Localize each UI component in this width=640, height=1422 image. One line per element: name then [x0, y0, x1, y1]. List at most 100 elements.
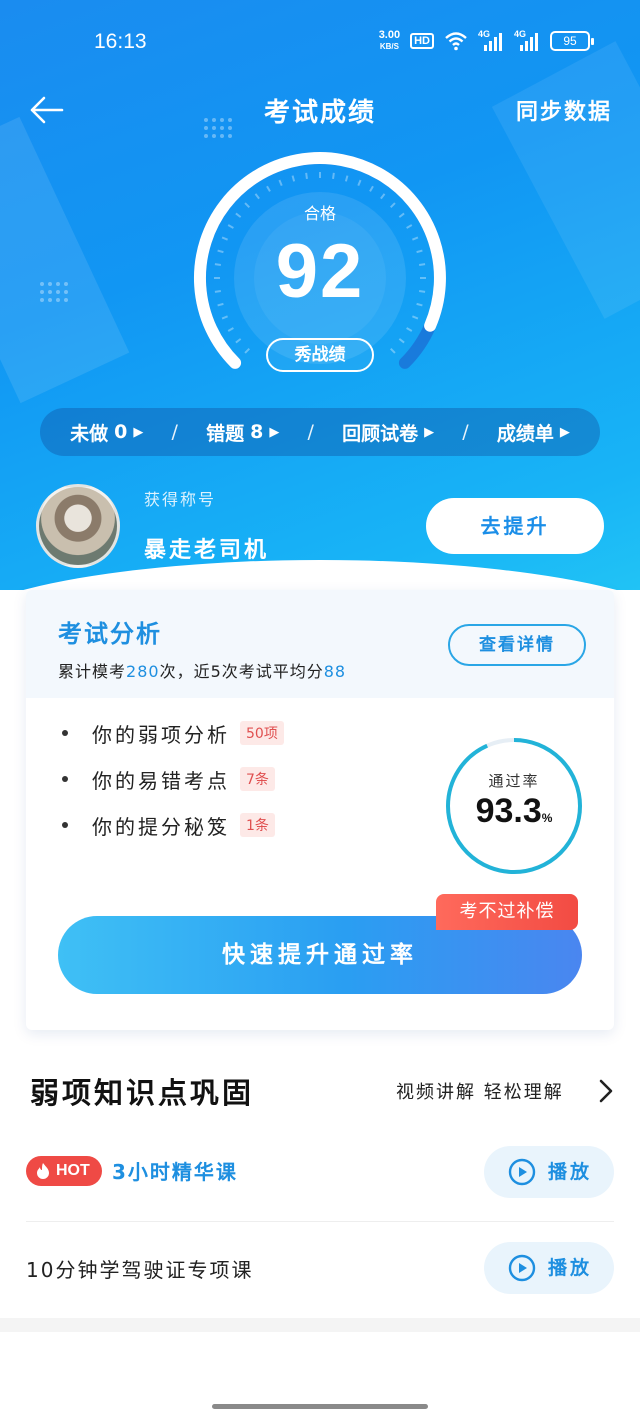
analysis-title: 考试分析: [58, 620, 162, 648]
quick-link-label: 回顾试卷: [342, 422, 419, 445]
quick-link-count: 8: [250, 421, 264, 443]
pass-rate-label: 通过率: [488, 772, 540, 790]
analysis-item-tips[interactable]: 你的提分秘笈 1条: [62, 802, 284, 848]
analysis-list: 你的弱项分析 50项 你的易错考点 7条 你的提分秘笈 1条: [62, 710, 284, 848]
play-label: 播放: [548, 1161, 593, 1183]
sync-data-button[interactable]: 同步数据: [516, 94, 612, 126]
hot-badge: HOT: [26, 1156, 102, 1186]
analysis-summary: 累计模考280次，近5次考试平均分88: [58, 658, 346, 682]
signal-label: 4G: [478, 29, 491, 39]
gauge-tick: [332, 172, 335, 179]
pass-rate-unit: %: [541, 811, 553, 825]
hero-curve: [0, 560, 640, 590]
course-name: 10分钟学驾驶证专项课: [26, 1258, 254, 1282]
analysis-item-badge: 1条: [240, 813, 275, 837]
title-name: 暴走老司机: [144, 538, 270, 563]
triangle-right-icon: ▶: [424, 424, 435, 440]
gauge-tick: [278, 179, 283, 186]
chevron-right-icon[interactable]: [596, 1076, 616, 1106]
score-gauge: 合格 92 秀战绩: [190, 150, 450, 380]
gauge-tick: [380, 193, 386, 200]
gauge-tick: [254, 193, 260, 200]
quick-link-undone[interactable]: 未做 0 ▶: [70, 419, 143, 446]
gauge-tick: [344, 175, 349, 182]
play-icon: [508, 1254, 536, 1282]
gauge-tick: [357, 179, 362, 186]
course-row[interactable]: 10分钟学驾驶证专项课 播放: [26, 1222, 614, 1318]
quick-link-wrong[interactable]: 错题 8 ▶: [206, 419, 279, 446]
score-value: 92: [275, 229, 365, 314]
signal-label: 4G: [514, 29, 527, 39]
pass-rate-value: 93.3%: [442, 792, 586, 831]
bullet-icon: [62, 822, 68, 828]
quick-link-label: 成绩单: [496, 422, 554, 445]
gauge-tick: [398, 338, 405, 344]
analysis-item-label: 你的易错考点: [92, 768, 230, 793]
decor-stripe: [491, 41, 640, 319]
section-divider: [0, 1318, 640, 1332]
view-details-button[interactable]: 查看详情: [448, 624, 586, 666]
quick-link-review[interactable]: 回顾试卷 ▶: [342, 419, 434, 446]
weak-section-subtitle[interactable]: 视频讲解 轻松理解: [396, 1078, 564, 1104]
gauge-tick: [305, 172, 308, 179]
play-button[interactable]: 播放: [484, 1146, 614, 1198]
pass-rate-ring: 通过率 93.3%: [442, 734, 586, 878]
analysis-item-badge: 50项: [240, 721, 284, 745]
header-hero: 16:13 3.00 KB/S HD 4G 4G 95 考试成绩 同步数据 合格…: [0, 0, 640, 590]
status-bar: 16:13 3.00 KB/S HD 4G 4G 95: [0, 26, 640, 60]
triangle-right-icon: ▶: [269, 424, 280, 440]
battery-icon: 95: [550, 31, 594, 51]
home-indicator[interactable]: [212, 1404, 428, 1409]
hd-icon: HD: [410, 33, 434, 49]
signal-icon: 4G: [514, 29, 540, 51]
analysis-card-header: 考试分析 累计模考280次，近5次考试平均分88 查看详情: [26, 590, 614, 698]
gauge-tick: [266, 185, 271, 192]
play-label: 播放: [548, 1257, 593, 1279]
separator: /: [307, 421, 314, 443]
pass-rate-number: 93.3: [475, 792, 542, 830]
separator: /: [171, 421, 178, 443]
signal-icon: 4G: [478, 29, 504, 51]
quick-link-label: 未做: [70, 422, 109, 445]
analysis-item-label: 你的弱项分析: [92, 722, 230, 747]
flame-icon: [37, 1163, 49, 1179]
gauge-tick: [412, 315, 419, 320]
course-row[interactable]: HOT 3小时精华课 播放: [26, 1126, 614, 1222]
analysis-item-error-prone[interactable]: 你的易错考点 7条: [62, 756, 284, 802]
average-score: 88: [323, 662, 347, 681]
share-score-button[interactable]: 秀战绩: [266, 338, 374, 372]
hot-label: HOT: [56, 1162, 90, 1179]
net-speed-unit: KB/S: [379, 42, 399, 51]
gauge-tick: [369, 185, 374, 192]
gauge-tick: [244, 348, 250, 354]
summary-mid: 次，近5次考试平均分: [159, 662, 324, 681]
triangle-right-icon: ▶: [133, 424, 144, 440]
separator: /: [462, 421, 469, 443]
bullet-icon: [62, 730, 68, 736]
gauge-tick: [406, 327, 413, 332]
status-icons: 3.00 KB/S HD 4G 4G 95: [378, 29, 594, 52]
avatar[interactable]: [36, 484, 120, 568]
score-status: 合格: [303, 204, 336, 223]
title-label: 获得称号: [144, 490, 217, 509]
quick-link-count: 0: [114, 421, 128, 443]
analysis-item-badge: 7条: [240, 767, 275, 791]
play-icon: [508, 1158, 536, 1186]
quick-link-report[interactable]: 成绩单 ▶: [497, 419, 570, 446]
decor-dots: [40, 282, 68, 302]
gauge-tick: [390, 348, 396, 354]
total-exam-count: 280: [126, 662, 160, 681]
improve-button[interactable]: 去提升: [426, 498, 604, 554]
gauge-tick: [291, 175, 296, 182]
quick-links-bar: 未做 0 ▶ / 错题 8 ▶ / 回顾试卷 ▶ / 成绩单 ▶: [40, 408, 600, 456]
summary-prefix: 累计模考: [58, 662, 127, 681]
analysis-item-weak[interactable]: 你的弱项分析 50项: [62, 710, 284, 756]
play-button[interactable]: 播放: [484, 1242, 614, 1294]
triangle-right-icon: ▶: [559, 424, 570, 440]
gauge-tick: [235, 338, 242, 344]
wifi-icon: [445, 32, 467, 51]
gauge-tick: [227, 327, 234, 332]
analysis-card: 考试分析 累计模考280次，近5次考试平均分88 查看详情 你的弱项分析 50项…: [26, 590, 614, 1030]
compensation-badge[interactable]: 考不过补偿: [436, 894, 578, 930]
net-speed-value: 3.00: [378, 29, 401, 41]
